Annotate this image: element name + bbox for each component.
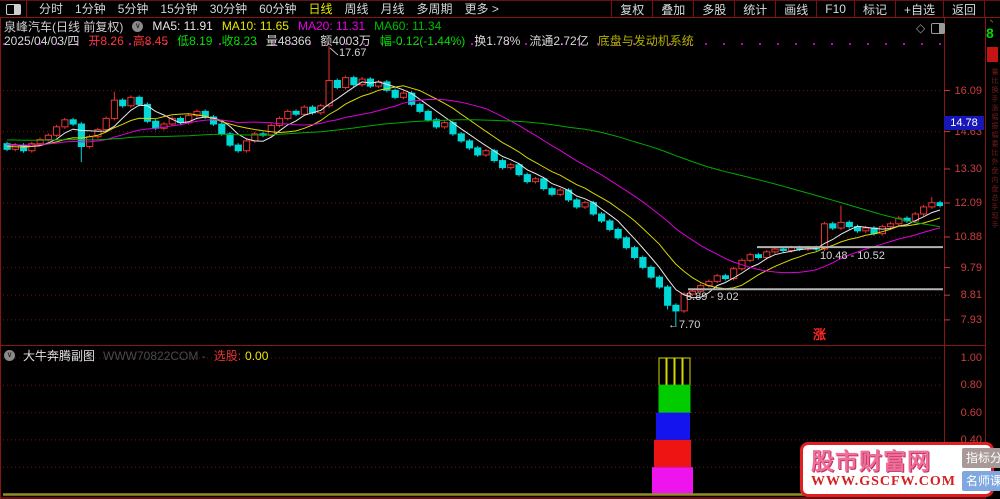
toolbar-button-返回[interactable]: 返回	[942, 1, 985, 17]
menu-item-30分钟[interactable]: 30分钟	[210, 2, 247, 16]
price-axis-label: 16.09	[954, 84, 982, 97]
quote-field: 低8.19	[177, 33, 213, 48]
toolbar-button-画线[interactable]: 画线	[775, 1, 816, 17]
clipped-vertical-labels: 量比换手涨幅振幅委比外盘内盘总手现手	[991, 68, 998, 230]
menu-item-多周期[interactable]: 多周期	[417, 2, 453, 16]
price-axis-label: 12.09	[954, 197, 982, 209]
watermark-site-url: WWW.GSCFW.COM	[811, 473, 956, 489]
menu-item-15分钟[interactable]: 15分钟	[160, 2, 197, 16]
watermark-badges: 指标分享名师课程	[961, 448, 1000, 491]
signal-value: 0.00	[245, 348, 269, 363]
toolbar-button-统计[interactable]: 统计	[734, 1, 775, 17]
watermark-site-name: 股市财富网	[811, 447, 931, 474]
price-axis-label: 9.79	[960, 261, 982, 274]
top-menu-bar: 分时 1分钟 5分钟 15分钟 30分钟 60分钟 日线 周线 月线 多周期 更多 > 复权 叠加 多股…	[0, 0, 1000, 18]
toolbar-button-复权[interactable]: 复权	[611, 1, 652, 17]
quote-field: 幅-0.12(-1.44%)	[379, 33, 466, 48]
right-edge-clipped-panel: 丶 8 量比换手涨幅振幅委比外盘内盘总手现手	[986, 0, 1000, 499]
panel-split-icon[interactable]	[931, 22, 946, 34]
menu-item-1分钟[interactable]: 1分钟	[75, 2, 106, 16]
sub-indicator-watermark: WWW70822COM -	[103, 348, 206, 363]
menu-item-5分钟[interactable]: 5分钟	[118, 2, 149, 16]
menu-item-日线[interactable]: 日线	[308, 2, 332, 16]
quote-field: 2025/04/03/四	[4, 33, 80, 48]
quote-field: 换1.78%	[474, 33, 521, 48]
diamond-icon[interactable]: ◇	[916, 22, 925, 34]
toolbar-button-标记[interactable]: 标记	[853, 1, 895, 17]
indicator-axis-label: 0.60	[960, 406, 982, 419]
zhang-signal: 涨	[813, 327, 827, 342]
watermark-badge: 名师课程	[961, 471, 1000, 491]
quote-field: 高8.45	[132, 33, 169, 48]
menu-separator	[26, 1, 27, 17]
zone1-label: 8.89 - 9.02	[686, 291, 739, 304]
chevron-down-circle-icon[interactable]: ∨	[4, 350, 15, 361]
toolbar-button-F10[interactable]: F10	[816, 1, 854, 17]
price-axis-label: 8.81	[960, 289, 982, 302]
clipped-red-block	[987, 47, 998, 62]
site-watermark-box: 股市财富网 WWW.GSCFW.COM 指标分享名师课程	[800, 442, 1000, 497]
clipped-price-digit: 8	[986, 25, 994, 41]
quote-field: 流通2.72亿	[529, 33, 589, 48]
menu-item-月线[interactable]: 月线	[381, 2, 405, 16]
menu-item-分时[interactable]: 分时	[39, 2, 63, 16]
stock-app-window: 分时 1分钟 5分钟 15分钟 30分钟 60分钟 日线 周线 月线 多周期 更多 > 复权 叠加 多股…	[0, 0, 1000, 499]
last-price-box: 14.78	[944, 116, 984, 131]
quote-field: 额4003万	[320, 33, 371, 48]
indicator-axis-label: 0.80	[960, 379, 982, 392]
quote-field: 收8.23	[221, 33, 257, 48]
price-axis-label: 13.30	[954, 162, 982, 175]
toolbar-button-多股[interactable]: 多股	[693, 1, 734, 17]
peak-label: 17.67	[339, 47, 367, 60]
quote-field: 开8.26	[88, 33, 124, 48]
window-split-icon[interactable]	[6, 3, 21, 15]
low-label: ←7.70	[668, 319, 701, 332]
sub-indicator-header: ∨ 大牛奔腾副图 WWW70822COM - 选股: 0.00	[4, 347, 276, 364]
watermark-badge: 指标分享	[961, 448, 1000, 468]
menu-item-周线[interactable]: 周线	[344, 2, 368, 16]
indicator-axis-label: 1.00	[960, 352, 982, 364]
sub-indicator-title: 大牛奔腾副图	[23, 349, 96, 363]
price-axis-label: 10.88	[954, 231, 982, 243]
quote-field: 底盘与发动机系统	[597, 33, 694, 48]
quote-field: 量48366	[265, 33, 312, 48]
chart-corner-icons: ◇	[916, 22, 946, 34]
menu-item-60分钟[interactable]: 60分钟	[259, 2, 296, 16]
zone2-label: 10.48 - 10.52	[820, 250, 885, 263]
price-axis-label: 7.93	[960, 313, 982, 326]
toolbar-button-叠加[interactable]: 叠加	[652, 1, 693, 17]
chevron-down-circle-icon[interactable]: ∨	[132, 20, 144, 32]
daily-quote-line: 2025/04/03/四 开8.26 高8.45 低8.19 收8.23 量48366 额4…	[4, 33, 703, 48]
toolbar-button-+自选[interactable]: +自选	[894, 1, 943, 17]
menu-item-更多 >[interactable]: 更多 >	[465, 2, 499, 16]
tool-menu: 复权 叠加 多股 统计 画线 F10 标记 +自选 返回	[611, 1, 985, 17]
period-menu: 分时 1分钟 5分钟 15分钟 30分钟 60分钟 日线 周线 月线 多周期 更多 >	[33, 0, 505, 18]
signal-label: 选股:	[213, 349, 242, 363]
